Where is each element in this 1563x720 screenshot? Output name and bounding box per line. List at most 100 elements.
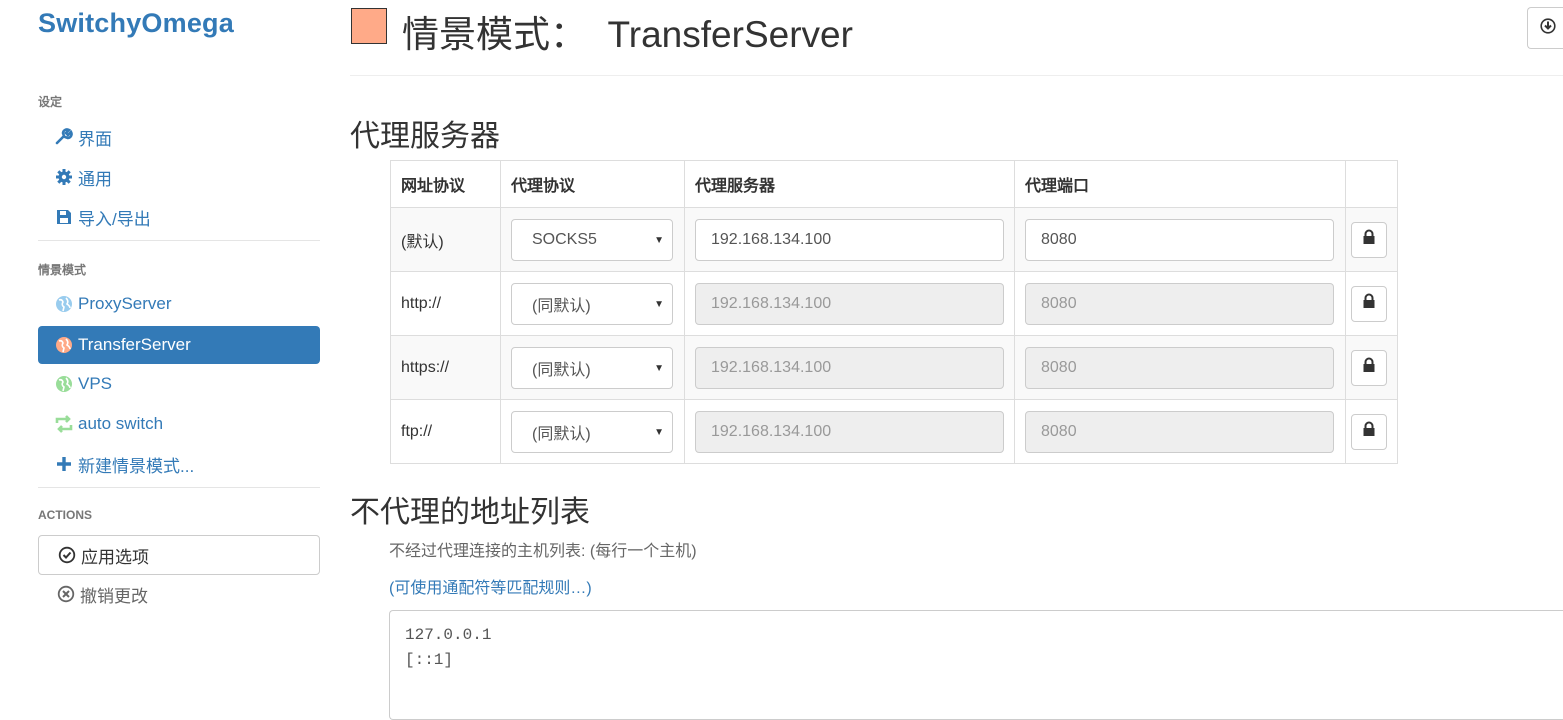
sidebar-item-label: VPS — [78, 374, 113, 393]
settings-section-label: 设定 — [38, 95, 63, 109]
lock-icon — [1362, 229, 1376, 250]
bypass-list-heading: 不代理的地址列表 — [350, 496, 590, 529]
column-header-server: 代理服务器 — [684, 160, 1015, 208]
server-input: 192.168.134.100 — [695, 346, 1004, 389]
gear-icon — [54, 167, 74, 187]
port-input: 8080 — [1025, 282, 1334, 325]
port-input: 8080 — [1025, 410, 1334, 453]
caret-down-icon: ▼ — [654, 298, 664, 310]
sidebar-item-label: ProxyServer — [78, 294, 172, 313]
protocol-cell: (同默认) ▼ — [500, 335, 685, 400]
floppy-icon — [54, 207, 74, 227]
sidebar-item-label: 新建情景模式... — [78, 456, 195, 476]
port-cell: 8080 — [1014, 271, 1346, 336]
download-button[interactable] — [1527, 7, 1563, 49]
server-cell: 192.168.134.100 — [684, 399, 1015, 464]
port-input[interactable]: 8080 — [1025, 218, 1334, 261]
wildcard-help-link[interactable]: (可使用通配符等匹配规则…) — [389, 574, 592, 598]
column-header-protocol: 代理协议 — [500, 160, 685, 208]
sidebar-item-transferserver[interactable]: TransferServer — [38, 326, 320, 364]
server-cell: 192.168.134.100 — [684, 207, 1015, 272]
brand-title[interactable]: SwitchyOmega — [38, 8, 234, 39]
scheme-cell: https:// — [390, 335, 501, 400]
actions-section-label: ACTIONS — [38, 508, 92, 522]
column-header-scheme: 网址协议 — [390, 160, 501, 208]
proxy-servers-table: 网址协议 代理协议 代理服务器 代理端口 (默认) SOCKS5 ▼ 192.1… — [390, 160, 1398, 464]
protocol-cell: (同默认) ▼ — [500, 271, 685, 336]
auth-lock-button[interactable] — [1351, 285, 1387, 322]
sidebar-item-label: TransferServer — [78, 335, 191, 354]
header-divider — [350, 75, 1563, 76]
sidebar-item-label: 通用 — [78, 169, 112, 189]
protocol-select[interactable]: (同默认) ▼ — [511, 410, 673, 453]
apply-options-label: 应用选项 — [81, 547, 149, 567]
sidebar-item-import-export[interactable]: 导入/导出 — [38, 198, 320, 236]
table-header-row: 网址协议 代理协议 代理服务器 代理端口 — [390, 160, 1398, 208]
check-circle-icon — [57, 545, 77, 565]
profile-color-swatch[interactable] — [351, 8, 387, 44]
lock-icon — [1362, 293, 1376, 314]
auth-lock-button[interactable] — [1351, 413, 1387, 450]
auth-lock-button[interactable] — [1351, 221, 1387, 258]
protocol-select[interactable]: SOCKS5 ▼ — [511, 218, 673, 261]
column-header-lock — [1345, 160, 1398, 208]
server-input: 192.168.134.100 — [695, 282, 1004, 325]
bypass-entry: 127.0.0.1 — [405, 626, 492, 644]
lock-cell — [1345, 271, 1398, 336]
lock-cell — [1345, 399, 1398, 464]
server-input[interactable]: 192.168.134.100 — [695, 218, 1004, 261]
server-input: 192.168.134.100 — [695, 410, 1004, 453]
main-content: 情景模式： TransferServer 代理服务器 网址协议 代理协议 代理服… — [350, 0, 1563, 720]
switch-icon — [54, 414, 74, 434]
bypass-list-description: 不经过代理连接的主机列表: (每行一个主机) — [389, 543, 697, 560]
lock-cell — [1345, 207, 1398, 272]
table-row: http:// (同默认) ▼ 192.168.134.100 8080 — [390, 271, 1398, 336]
sidebar-item-auto-switch[interactable]: auto switch — [38, 405, 320, 443]
protocol-select-value: (同默认) — [532, 425, 591, 443]
bypass-entry: [::1] — [405, 651, 454, 669]
sidebar: SwitchyOmega 设定 界面 通用 导入/导出 情景模式 ProxySe… — [0, 0, 340, 702]
sidebar-item-new-profile[interactable]: 新建情景模式... — [38, 445, 320, 483]
sidebar-item-label: 界面 — [78, 129, 112, 149]
proxy-servers-heading: 代理服务器 — [350, 120, 500, 153]
sidebar-item-interface[interactable]: 界面 — [38, 118, 320, 156]
profiles-section-label: 情景模式 — [38, 263, 87, 277]
lock-icon — [1362, 357, 1376, 378]
sidebar-item-label: auto switch — [78, 414, 164, 433]
plus-icon — [54, 454, 74, 474]
auth-lock-button[interactable] — [1351, 349, 1387, 386]
bypass-list-textarea[interactable]: 127.0.0.1 [::1] — [389, 610, 1563, 720]
caret-down-icon: ▼ — [654, 426, 664, 438]
server-cell: 192.168.134.100 — [684, 271, 1015, 336]
port-input: 8080 — [1025, 346, 1334, 389]
apply-options-button[interactable]: 应用选项 — [38, 535, 320, 575]
protocol-select[interactable]: (同默认) ▼ — [511, 346, 673, 389]
port-cell: 8080 — [1014, 399, 1346, 464]
scheme-cell: (默认) — [390, 207, 501, 272]
protocol-cell: (同默认) ▼ — [500, 399, 685, 464]
sidebar-item-general[interactable]: 通用 — [38, 158, 320, 196]
lock-icon — [1362, 421, 1376, 442]
protocol-select[interactable]: (同默认) ▼ — [511, 282, 673, 325]
sidebar-item-proxyserver[interactable]: ProxyServer — [38, 285, 320, 323]
protocol-select-value: (同默认) — [532, 297, 591, 315]
column-header-port: 代理端口 — [1014, 160, 1346, 208]
protocol-select-value: SOCKS5 — [532, 230, 597, 248]
globe-icon — [54, 335, 74, 355]
wrench-icon — [54, 127, 74, 147]
protocol-cell: SOCKS5 ▼ — [500, 207, 685, 272]
protocol-select-value: (同默认) — [532, 361, 591, 379]
sidebar-item-vps[interactable]: VPS — [38, 365, 320, 403]
page-title: 情景模式： TransferServer — [402, 14, 853, 55]
download-icon — [1539, 17, 1556, 39]
port-cell: 8080 — [1014, 335, 1346, 400]
port-cell: 8080 — [1014, 207, 1346, 272]
scheme-cell: ftp:// — [390, 399, 501, 464]
globe-icon — [54, 374, 74, 394]
sidebar-divider — [38, 240, 320, 241]
table-row: ftp:// (同默认) ▼ 192.168.134.100 8080 — [390, 399, 1398, 464]
discard-changes-button[interactable]: 撤销更改 — [38, 575, 320, 613]
discard-changes-label: 撤销更改 — [80, 586, 148, 606]
remove-circle-icon — [56, 584, 76, 604]
sidebar-item-label: 导入/导出 — [78, 209, 151, 229]
